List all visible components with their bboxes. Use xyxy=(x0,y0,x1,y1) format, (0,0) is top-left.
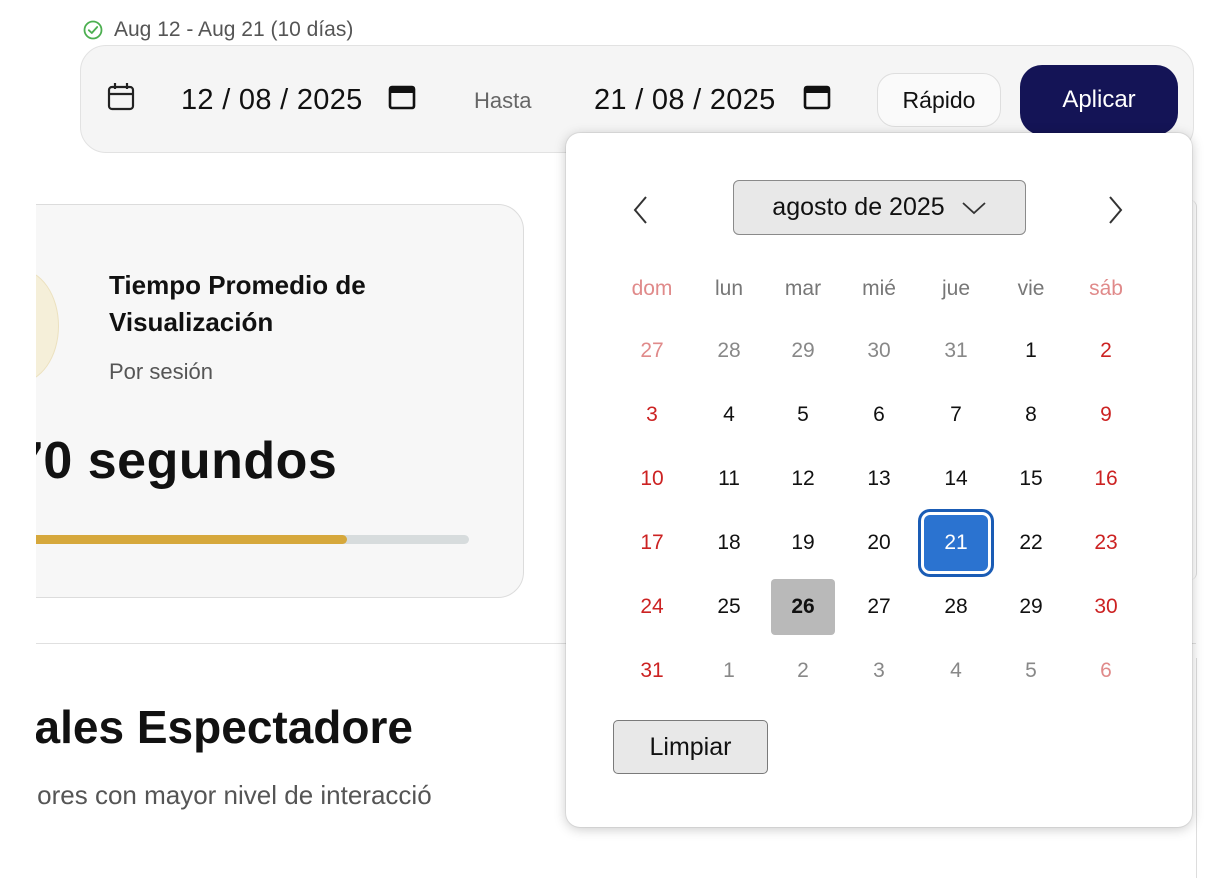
weekday-mar: mar xyxy=(784,277,822,300)
calendar-day[interactable]: 25 xyxy=(697,579,761,635)
end-date-picker-icon[interactable] xyxy=(803,84,831,110)
chevron-left-icon[interactable] xyxy=(632,195,650,225)
avg-watch-time-card: Tiempo Promedio de Visualización Por ses… xyxy=(0,204,524,598)
month-label: agosto de 2025 xyxy=(772,193,945,221)
card-subtitle: Por sesión xyxy=(109,359,213,384)
calendar-day[interactable]: 1 xyxy=(999,323,1063,379)
hasta-label: Hasta xyxy=(474,88,532,113)
calendar-day[interactable]: 19 xyxy=(771,515,835,571)
apply-button[interactable]: Aplicar xyxy=(1020,65,1178,135)
calendar-day[interactable]: 18 xyxy=(697,515,761,571)
calendar-day[interactable]: 27 xyxy=(620,323,684,379)
calendar-day[interactable]: 3 xyxy=(847,643,911,699)
progress-bar-fill xyxy=(0,535,347,544)
calendar-day[interactable]: 3 xyxy=(620,387,684,443)
calendar-day[interactable]: 22 xyxy=(999,515,1063,571)
calendar-day[interactable]: 5 xyxy=(999,643,1063,699)
calendar-day[interactable]: 2 xyxy=(1074,323,1138,379)
calendar-popup: agosto de 2025 dom lun mar mié jue vie sáb 27 28… xyxy=(566,133,1192,827)
calendar-day[interactable]: 31 xyxy=(620,643,684,699)
weekday-vie: vie xyxy=(1017,277,1045,300)
calendar-day[interactable]: 21 xyxy=(924,515,988,571)
calendar-day[interactable]: 9 xyxy=(1074,387,1138,443)
card-title: Tiempo Promedio de Visualización xyxy=(109,270,366,337)
section-subtitle: ctadores con mayor nivel de interacció xyxy=(0,780,432,810)
date-range-summary: Aug 12 - Aug 21 (10 días) xyxy=(82,14,353,46)
end-date-input[interactable]: 21 / 08 / 2025 xyxy=(594,84,776,117)
calendar-day[interactable]: 30 xyxy=(847,323,911,379)
calendar-day[interactable]: 30 xyxy=(1074,579,1138,635)
calendar-day[interactable]: 4 xyxy=(924,643,988,699)
calendar-day[interactable]: 26 xyxy=(771,579,835,635)
start-date-picker-icon[interactable] xyxy=(388,84,416,110)
calendar-day[interactable]: 27 xyxy=(847,579,911,635)
calendar-day[interactable]: 6 xyxy=(1074,643,1138,699)
section-title: ncipales Espectadore xyxy=(0,701,413,753)
calendar-icon xyxy=(107,83,135,111)
calendar-day[interactable]: 16 xyxy=(1074,451,1138,507)
calendar-day[interactable]: 24 xyxy=(620,579,684,635)
calendar-day[interactable]: 10 xyxy=(620,451,684,507)
calendar-day[interactable]: 12 xyxy=(771,451,835,507)
calendar-day[interactable]: 29 xyxy=(999,579,1063,635)
calendar-day[interactable]: 8 xyxy=(999,387,1063,443)
weekday-lun: lun xyxy=(714,277,744,300)
start-date-input[interactable]: 12 / 08 / 2025 xyxy=(181,84,363,117)
clear-button[interactable]: Limpiar xyxy=(613,720,768,774)
calendar-day[interactable]: 14 xyxy=(924,451,988,507)
calendar-day[interactable]: 23 xyxy=(1074,515,1138,571)
weekday-sáb: sáb xyxy=(1089,277,1123,300)
calendar-day[interactable]: 20 xyxy=(847,515,911,571)
card-value: .70 segundos xyxy=(0,432,338,490)
weekday-dom: dom xyxy=(631,277,673,300)
calendar-day[interactable]: 1 xyxy=(697,643,761,699)
calendar-day[interactable]: 13 xyxy=(847,451,911,507)
calendar-day[interactable]: 29 xyxy=(771,323,835,379)
check-circle-icon xyxy=(83,20,103,40)
month-select[interactable]: agosto de 2025 xyxy=(733,180,1026,235)
chevron-right-icon[interactable] xyxy=(1106,195,1124,225)
calendar-day[interactable]: 7 xyxy=(924,387,988,443)
calendar-day[interactable]: 28 xyxy=(697,323,761,379)
calendar-day[interactable]: 15 xyxy=(999,451,1063,507)
calendar-day[interactable]: 31 xyxy=(924,323,988,379)
quick-range-button[interactable]: Rápido xyxy=(877,73,1001,127)
calendar-day[interactable]: 4 xyxy=(697,387,761,443)
date-range-summary-text: Aug 12 - Aug 21 (10 días) xyxy=(114,18,354,41)
weekday-jue: jue xyxy=(941,277,971,300)
calendar-day[interactable]: 11 xyxy=(697,451,761,507)
progress-bar xyxy=(0,535,469,544)
calendar-day[interactable]: 28 xyxy=(924,579,988,635)
weekday-mié: mié xyxy=(862,277,896,300)
chevron-down-icon xyxy=(962,201,986,214)
calendar-day[interactable]: 6 xyxy=(847,387,911,443)
calendar-day[interactable]: 17 xyxy=(620,515,684,571)
calendar-day[interactable]: 2 xyxy=(771,643,835,699)
calendar-day[interactable]: 5 xyxy=(771,387,835,443)
